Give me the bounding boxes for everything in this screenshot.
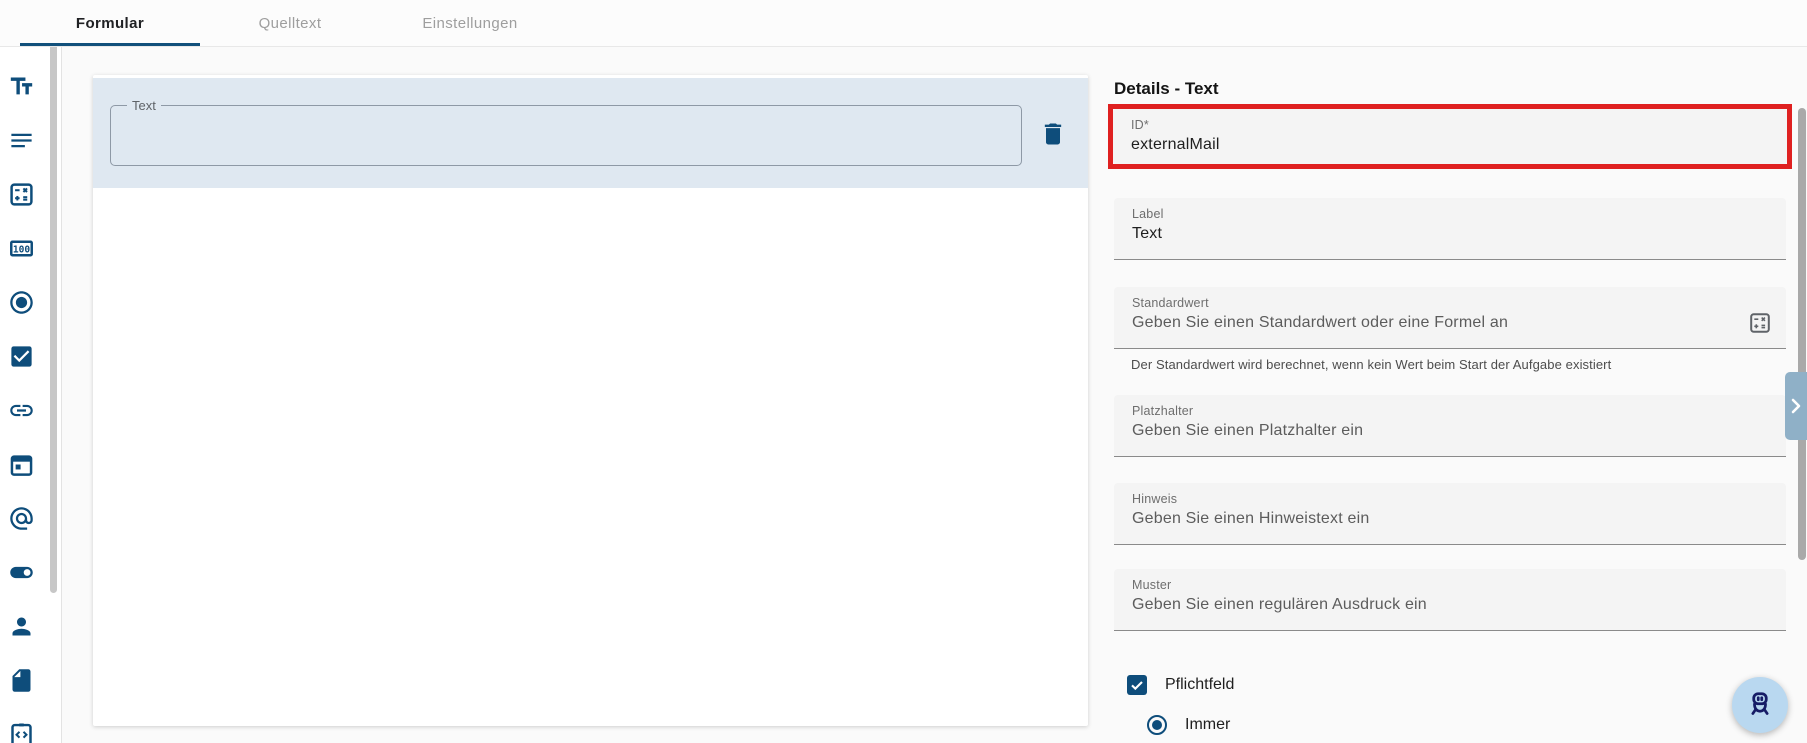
default-value-field[interactable]: Standardwert xyxy=(1114,287,1786,349)
palette-item-radio[interactable] xyxy=(8,289,35,316)
palette-item-multiline[interactable] xyxy=(8,127,35,154)
placeholder-field[interactable]: Platzhalter xyxy=(1114,395,1786,457)
palette-item-email[interactable] xyxy=(8,505,35,532)
svg-text:100: 100 xyxy=(13,244,30,255)
link-icon xyxy=(10,404,33,417)
tab-einstellungen[interactable]: Einstellungen xyxy=(380,0,560,46)
palette-item-toggle[interactable] xyxy=(8,559,35,586)
id-input[interactable] xyxy=(1131,136,1735,154)
palette-item-user[interactable] xyxy=(8,613,35,640)
tab-einstellungen-label: Einstellungen xyxy=(422,14,518,32)
label-field[interactable]: Label xyxy=(1114,198,1786,260)
required-checkbox-row[interactable]: Pflichtfeld xyxy=(1127,675,1234,695)
default-value-label: Standardwert xyxy=(1132,296,1209,310)
text-field-icon xyxy=(10,77,33,95)
code-icon xyxy=(11,723,32,743)
pattern-input[interactable] xyxy=(1132,596,1734,614)
assistant-fab[interactable] xyxy=(1732,677,1788,733)
sidebar-scrollbar[interactable] xyxy=(50,10,57,593)
always-radio-label: Immer xyxy=(1185,716,1231,733)
id-field-label: ID* xyxy=(1131,118,1149,132)
delete-component-button[interactable] xyxy=(1038,120,1068,150)
default-value-helper: Der Standardwert wird berechnet, wenn ke… xyxy=(1131,357,1612,372)
id-field[interactable]: ID* xyxy=(1113,109,1787,164)
hint-field-label: Hinweis xyxy=(1132,492,1178,506)
palette-item-expression[interactable] xyxy=(8,721,35,743)
calculator-icon xyxy=(1750,313,1770,333)
palette-item-number[interactable]: 100 xyxy=(8,235,35,262)
calculator-icon xyxy=(10,183,33,206)
multiline-text-icon xyxy=(11,133,32,148)
checkbox-icon xyxy=(11,346,32,367)
tab-formular-label: Formular xyxy=(75,14,145,32)
date-icon xyxy=(10,455,33,476)
required-checkbox-label: Pflichtfeld xyxy=(1165,676,1235,693)
formula-button[interactable] xyxy=(1748,311,1772,335)
palette-item-calculation[interactable] xyxy=(8,181,35,208)
file-icon xyxy=(12,669,31,692)
trash-icon xyxy=(1044,123,1062,145)
text-component-preview: Text xyxy=(110,98,1022,166)
always-radio-row[interactable]: Immer xyxy=(1147,715,1230,735)
default-value-input[interactable] xyxy=(1132,314,1734,332)
label-field-label: Label xyxy=(1132,207,1164,221)
palette-item-date[interactable] xyxy=(8,451,35,478)
id-field-highlight: ID* xyxy=(1108,104,1792,169)
placeholder-input[interactable] xyxy=(1132,422,1734,440)
tab-formular[interactable]: Formular xyxy=(20,0,200,46)
selected-component-row[interactable]: Text xyxy=(93,78,1088,188)
label-input[interactable] xyxy=(1132,225,1734,243)
text-component-input[interactable] xyxy=(111,106,1021,165)
palette-item-link[interactable] xyxy=(8,397,35,424)
tab-bar: Formular Quelltext Einstellungen xyxy=(0,0,1807,47)
palette-item-checkbox[interactable] xyxy=(8,343,35,370)
details-panel-title: Details - Text xyxy=(1114,79,1219,98)
placeholder-field-label: Platzhalter xyxy=(1132,404,1194,418)
tab-quelltext-label: Quelltext xyxy=(258,14,322,32)
hint-input[interactable] xyxy=(1132,510,1734,528)
tab-quelltext[interactable]: Quelltext xyxy=(200,0,380,46)
user-icon xyxy=(12,617,31,636)
pattern-field-label: Muster xyxy=(1132,578,1172,592)
radio-icon xyxy=(10,291,33,314)
palette-item-file[interactable] xyxy=(8,667,35,694)
text-component-label: Text xyxy=(127,98,161,113)
toggle-icon xyxy=(10,566,33,579)
palette-item-text[interactable] xyxy=(8,73,35,100)
chevron-right-icon xyxy=(1791,398,1801,414)
form-canvas[interactable]: Text xyxy=(93,75,1088,726)
robot-icon xyxy=(1751,692,1769,715)
check-icon xyxy=(1131,681,1143,691)
details-scrollbar[interactable] xyxy=(1798,108,1806,560)
required-checkbox[interactable] xyxy=(1127,675,1147,695)
hint-field[interactable]: Hinweis xyxy=(1114,483,1786,545)
panel-expand-handle[interactable] xyxy=(1785,372,1807,440)
pattern-field[interactable]: Muster xyxy=(1114,569,1786,631)
always-radio[interactable] xyxy=(1147,715,1167,735)
radio-dot xyxy=(1152,720,1162,730)
number-icon: 100 xyxy=(10,240,33,257)
email-icon xyxy=(10,507,33,530)
